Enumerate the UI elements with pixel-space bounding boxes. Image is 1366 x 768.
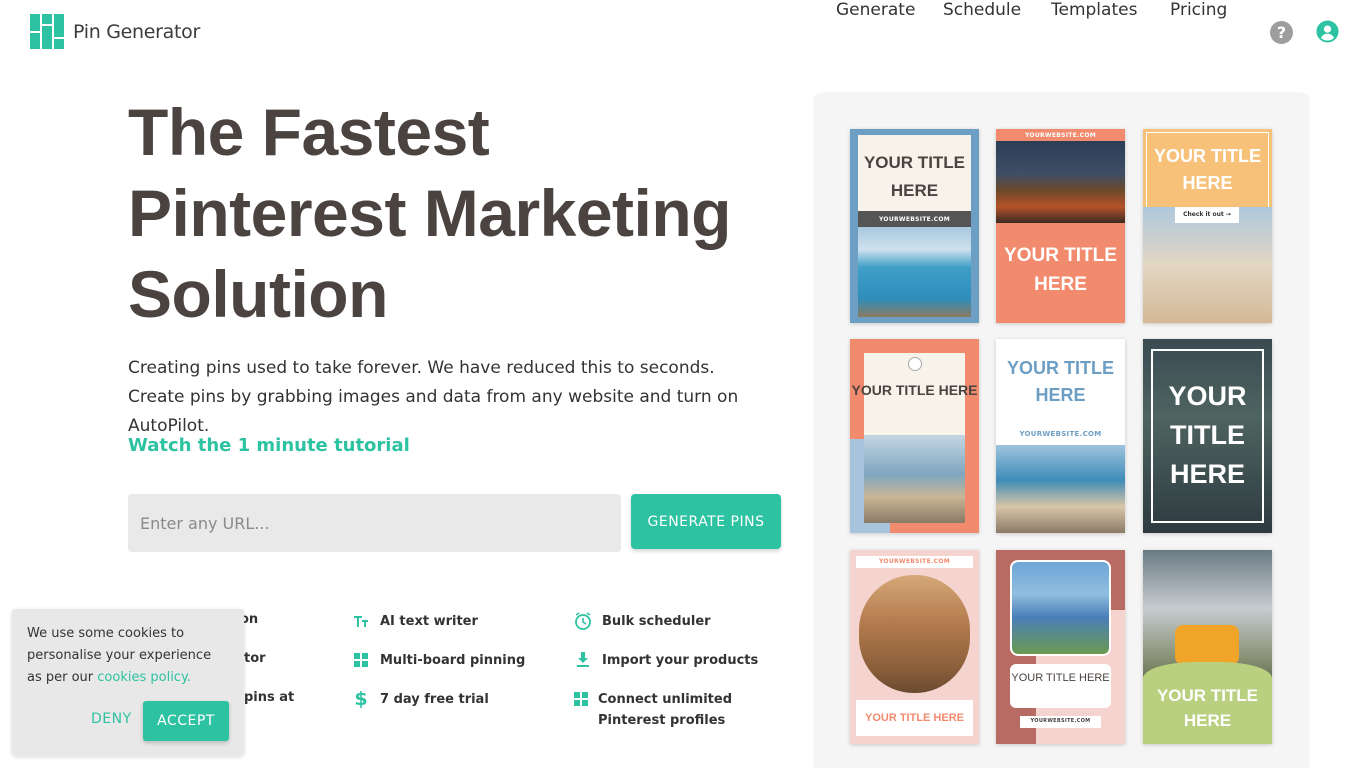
- grid-icon: [574, 690, 588, 708]
- dollar-icon: $: [354, 687, 368, 710]
- template-pin-3[interactable]: YOUR TITLE HERE Check it out →: [1143, 129, 1272, 323]
- template-pin-5[interactable]: YOUR TITLE HERE YOURWEBSITE.COM: [996, 339, 1125, 533]
- feature-unlimited-profiles: Connect unlimited Pinterest profiles: [574, 689, 744, 731]
- hero-title: The Fastest Pinterest Marketing Solution: [128, 95, 732, 331]
- cookie-policy-link[interactable]: cookies policy.: [97, 670, 191, 685]
- alarm-clock-icon: [574, 612, 592, 630]
- cookie-deny-button[interactable]: DENY: [91, 711, 132, 727]
- template-gallery: YOUR TITLE HERE YOURWEBSITE.COM YOURWEBS…: [815, 94, 1308, 768]
- feature-bulk-scheduler: Bulk scheduler: [574, 611, 711, 632]
- partial-feature-3: pins at: [244, 690, 295, 705]
- url-input[interactable]: [128, 494, 621, 552]
- template-pin-9[interactable]: YOUR TITLE HERE: [1143, 550, 1272, 744]
- user-account-icon[interactable]: [1316, 20, 1339, 43]
- feature-free-trial: $ 7 day free trial: [352, 687, 488, 710]
- feature-ai-text-writer: AI text writer: [352, 611, 478, 632]
- feature-import-products: Import your products: [574, 650, 758, 671]
- template-pin-1[interactable]: YOUR TITLE HERE YOURWEBSITE.COM: [850, 129, 979, 323]
- cookie-message: We use some cookies to personalise your …: [27, 626, 212, 685]
- template-pin-6[interactable]: YOUR TITLE HERE: [1143, 339, 1272, 533]
- template-pin-7[interactable]: YOURWEBSITE.COM YOUR TITLE HERE: [850, 550, 979, 744]
- logo[interactable]: Pin Generator: [30, 14, 200, 49]
- template-pin-4[interactable]: YOUR TITLE HERE: [850, 339, 979, 533]
- brand-name: Pin Generator: [73, 20, 200, 43]
- text-size-icon: [352, 612, 370, 630]
- nav-generate[interactable]: Generate: [836, 0, 915, 20]
- logo-mark-icon: [30, 14, 64, 49]
- cookie-banner: We use some cookies to personalise your …: [12, 609, 244, 756]
- cookie-accept-button[interactable]: ACCEPT: [143, 701, 229, 741]
- partial-feature-2: tor: [244, 651, 266, 666]
- template-pin-8[interactable]: YOUR TITLE HERE YOURWEBSITE.COM: [996, 550, 1125, 744]
- hero-subtitle: Creating pins used to take forever. We h…: [128, 358, 739, 436]
- grid-icon: [352, 651, 370, 669]
- nav-schedule[interactable]: Schedule: [943, 0, 1021, 20]
- nav-pricing[interactable]: Pricing: [1170, 0, 1227, 20]
- template-pin-2[interactable]: YOURWEBSITE.COM YOUR TITLE HERE: [996, 129, 1125, 323]
- help-icon[interactable]: ?: [1270, 21, 1293, 44]
- feature-multi-board: Multi-board pinning: [352, 650, 525, 671]
- download-icon: [574, 651, 592, 669]
- nav-templates[interactable]: Templates: [1051, 0, 1137, 20]
- tutorial-link[interactable]: Watch the 1 minute tutorial: [128, 435, 410, 456]
- generate-pins-button[interactable]: GENERATE PINS: [631, 494, 781, 549]
